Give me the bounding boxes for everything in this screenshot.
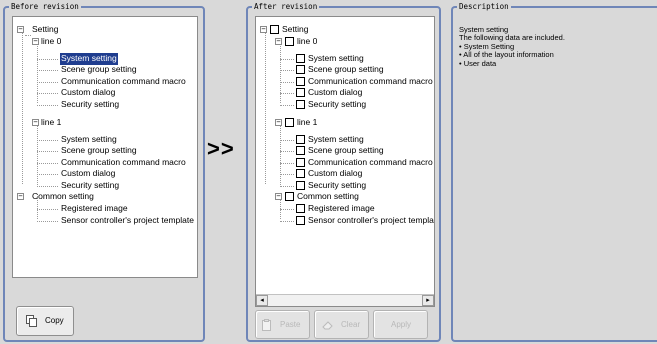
checkbox[interactable] [296,77,305,86]
eraser-icon [322,321,333,330]
copy-button[interactable]: Copy [16,306,74,336]
clear-button[interactable]: Clear [314,310,369,339]
tree-label: Custom dialog [61,168,116,178]
description-text: System setting The following data are in… [459,25,565,68]
checkbox[interactable] [296,100,305,109]
clear-label: Clear [341,320,361,329]
tree-label: Sensor controller's project template [61,215,194,225]
collapse-icon[interactable]: − [275,119,282,126]
checkbox[interactable] [296,158,305,167]
apply-button[interactable]: Apply [373,310,428,339]
checkbox[interactable] [285,192,294,201]
tree-label: Communication command macro [308,76,433,86]
checkbox[interactable] [296,135,305,144]
tree-label: line 1 [41,117,62,127]
tree-label: System setting [308,53,364,63]
tree-label: Scene group setting [308,145,384,155]
collapse-icon[interactable]: − [17,193,24,200]
before-revision-title: Before revision [9,2,81,12]
tree-label: Sensor controller's project template [308,215,435,225]
paste-icon [262,319,271,331]
checkbox[interactable] [296,216,305,225]
checkbox[interactable] [296,146,305,155]
tree-label: Scene group setting [308,64,384,74]
horizontal-scrollbar[interactable]: ◂ ▸ [256,294,434,306]
apply-label: Apply [391,320,412,329]
checkbox[interactable] [296,65,305,74]
tree-label: Common setting [32,191,94,201]
after-revision-title: After revision [252,2,320,12]
tree-label: Communication command macro [61,157,186,167]
copy-icon [26,315,37,327]
collapse-icon[interactable]: − [275,38,282,45]
paste-button[interactable]: Paste [255,310,310,339]
tree-label: Communication command macro [61,76,186,86]
tree-label: Security setting [308,99,367,109]
tree-label: Custom dialog [308,87,363,97]
checkbox[interactable] [270,25,279,34]
tree-label: line 1 [297,117,318,127]
tree-label: Security setting [308,180,367,190]
tree-label-selected: System setting [60,53,118,65]
collapse-icon[interactable]: − [17,26,24,33]
scroll-right-icon[interactable]: ▸ [422,295,434,306]
tree-label: Common setting [297,191,359,201]
after-tree[interactable]: − Setting − line 0 System setting Scene … [255,16,435,307]
tree-label: System setting [61,134,117,144]
checkbox[interactable] [296,181,305,190]
tree-label: Custom dialog [308,168,363,178]
collapse-icon[interactable]: − [260,26,267,33]
checkbox[interactable] [296,88,305,97]
checkbox[interactable] [296,204,305,213]
tree-label: Registered image [61,203,128,213]
tree-label: Setting [282,24,309,34]
tree-label: line 0 [41,36,62,46]
copy-label: Copy [45,316,64,325]
tree-label: Security setting [61,180,120,190]
paste-label: Paste [280,320,301,329]
tree-label: System setting [308,134,364,144]
tree-label: Scene group setting [61,64,137,74]
tree-label: Scene group setting [61,145,137,155]
after-revision-group: After revision − Setting − line 0 System… [246,2,441,342]
tree-label: Communication command macro [308,157,433,167]
collapse-icon[interactable]: − [32,119,39,126]
tree-label: Registered image [308,203,375,213]
description-title: Description [457,2,511,12]
before-tree[interactable]: − Setting − line 0 System setting Scene … [12,16,198,278]
tree-label: Setting [32,24,59,34]
scroll-left-icon[interactable]: ◂ [256,295,268,306]
checkbox[interactable] [285,37,294,46]
checkbox[interactable] [285,118,294,127]
transfer-arrow: >> [207,136,235,161]
checkbox[interactable] [296,54,305,63]
tree-label: Custom dialog [61,87,116,97]
collapse-icon[interactable]: − [275,193,282,200]
tree-label: line 0 [297,36,318,46]
before-revision-group: Before revision − Setting − line 0 Syste [3,2,205,342]
checkbox[interactable] [296,169,305,178]
collapse-icon[interactable]: − [32,38,39,45]
description-group: Description System setting The following… [451,2,657,342]
tree-label: Security setting [61,99,120,109]
